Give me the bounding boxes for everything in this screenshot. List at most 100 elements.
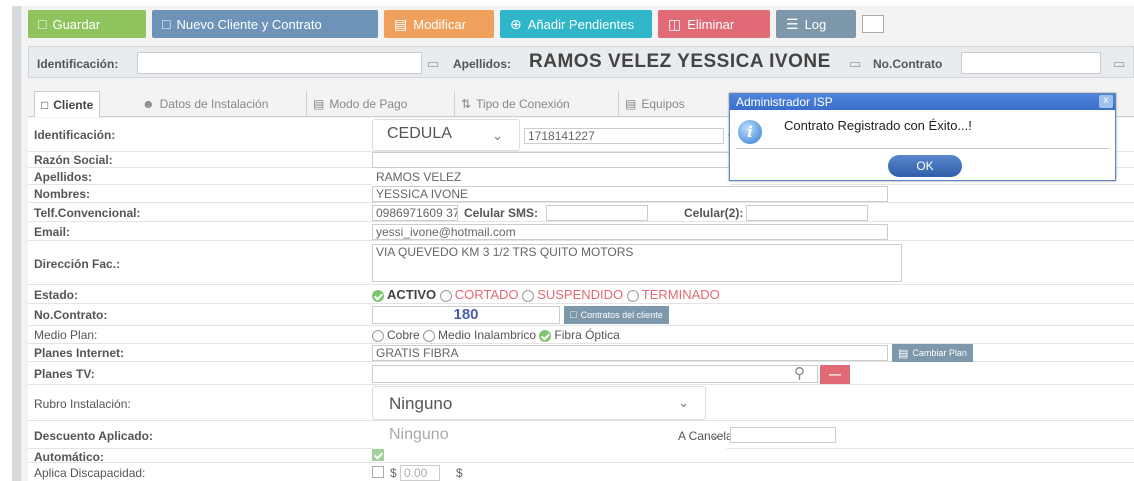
log-button[interactable]: ☰ Log — [776, 10, 856, 38]
connection-icon: ⇅ — [461, 97, 472, 111]
row-planes-tv: Planes TV: ⚲ — — [28, 362, 1134, 385]
close-icon[interactable]: x — [1099, 95, 1113, 108]
email-input[interactable]: yessi_ivone@hotmail.com — [372, 224, 888, 240]
tab-modo-pago[interactable]: ▤ Modo de Pago — [306, 91, 413, 117]
no-contrato-value: 180 — [372, 306, 560, 324]
celular2-input[interactable] — [746, 205, 868, 221]
row-rubro: Rubro Instalación: Ninguno ⌄ — [28, 385, 1134, 421]
tab-datos-instalacion[interactable]: ☻ Datos de Instalación — [136, 91, 274, 117]
document-icon: □ — [570, 309, 577, 321]
estado-activo-radio[interactable] — [372, 289, 384, 302]
descuento-label: Descuento Aplicado: — [34, 429, 153, 443]
discapacidad-label: Aplica Discapacidad: — [34, 466, 146, 480]
medio-cobre-radio[interactable] — [372, 329, 384, 342]
log-list-icon: ☰ — [786, 15, 799, 32]
id-card-icon: ▭ — [1113, 56, 1126, 71]
estado-radio-group: ACTIVO CORTADO SUSPENDIDO TERMINADO — [372, 287, 720, 302]
add-pending-button[interactable]: ⊕ Añadir Pendientes — [500, 10, 652, 38]
celular2-label: Celular(2): — [684, 206, 744, 220]
user-icon: ☻ — [142, 97, 155, 111]
delete-button[interactable]: ◫ Eliminar — [658, 10, 770, 38]
no-contrato-label: No.Contrato: — [34, 308, 108, 322]
row-descuento: Descuento Aplicado: Ninguno ⌄ A Cancelar… — [28, 421, 1134, 449]
discapacidad-amount-input[interactable]: 0.00 — [400, 465, 440, 481]
planes-internet-input[interactable]: GRATIS FIBRA — [372, 345, 888, 361]
currency-symbol: $ — [390, 466, 397, 480]
tab-equipos[interactable]: ▤ Equipos — [618, 91, 691, 117]
medio-plan-radio-group: Cobre Medio Inalambrico Fibra Óptica — [372, 328, 620, 342]
ok-button[interactable]: OK — [888, 155, 962, 177]
row-automatico: Automático: — [28, 449, 1134, 464]
rubro-label: Rubro Instalación: — [34, 397, 131, 411]
identificacion-label: Identificación: — [34, 128, 116, 142]
celular-sms-input[interactable] — [546, 205, 648, 221]
estado-cortado-radio[interactable] — [439, 289, 452, 302]
search-bar: Identificación: ▭ Apellidos: RAMOS VELEZ… — [28, 46, 1134, 78]
dialog-title: Administrador ISP — [736, 95, 833, 109]
medio-inalambrico-radio[interactable] — [423, 329, 436, 342]
telefono-label: Telf.Convencional: — [34, 206, 141, 220]
new-client-button[interactable]: □ Nuevo Cliente y Contrato — [152, 10, 378, 38]
estado-suspendido-radio[interactable] — [522, 289, 535, 302]
a-cancelar-input[interactable] — [730, 427, 836, 443]
rubro-select[interactable]: Ninguno ⌄ — [372, 386, 706, 420]
success-dialog: Administrador ISP x i Contrato Registrad… — [729, 93, 1116, 181]
id-card-icon: ▭ — [849, 56, 862, 71]
tab-cliente[interactable]: □ Cliente — [34, 91, 101, 117]
identification-search-label: Identificación: — [37, 57, 119, 71]
edit-document-icon: ▤ — [394, 15, 408, 32]
id-card-icon: ▭ — [427, 56, 440, 71]
medio-fibra-radio[interactable] — [539, 329, 552, 342]
contract-search-input[interactable] — [961, 52, 1101, 74]
planes-internet-label: Planes Internet: — [34, 346, 125, 360]
descuento-select[interactable]: Ninguno ⌄ — [372, 421, 728, 449]
email-label: Email: — [34, 225, 71, 239]
row-no-contrato: No.Contrato: 180 □ Contratos del cliente — [28, 304, 1134, 326]
automatico-checkbox[interactable] — [372, 449, 384, 461]
chevron-down-icon: ⌄ — [678, 395, 689, 410]
tab-tipo-conexion[interactable]: ⇅ Tipo de Conexión — [454, 91, 576, 117]
planes-tv-label: Planes TV: — [34, 367, 95, 381]
contract-search-label: No.Contrato — [873, 57, 943, 71]
dialog-titlebar: Administrador ISP x — [730, 94, 1115, 110]
surnames-search-value[interactable]: RAMOS VELEZ YESSICA IVONE — [529, 51, 831, 73]
direccion-label: Dirección Fac.: — [34, 257, 121, 271]
nombres-input[interactable]: YESSICA IVONE — [372, 186, 888, 202]
id-type-select[interactable]: CEDULA ⌄ — [372, 119, 520, 151]
razon-social-input[interactable] — [372, 152, 730, 168]
planes-tv-input[interactable] — [372, 365, 818, 383]
row-discapacidad: Aplica Discapacidad: $ 0.00 $ — [28, 463, 1134, 481]
new-document-icon: □ — [162, 16, 171, 32]
id-number-input[interactable]: 1718141227 — [524, 128, 724, 144]
surnames-search-label: Apellidos: — [453, 57, 512, 71]
nombres-label: Nombres: — [34, 187, 91, 201]
search-icon[interactable]: ⚲ — [794, 364, 805, 382]
left-scroll-track — [12, 6, 20, 481]
telefono-input[interactable]: 0986971609 370 — [372, 205, 458, 221]
estado-terminado-radio[interactable] — [626, 289, 639, 302]
row-estado: Estado: ACTIVO CORTADO SUSPENDIDO TERMIN… — [28, 285, 1134, 304]
discapacidad-checkbox[interactable] — [372, 466, 384, 478]
medio-plan-label: Medio Plan: — [34, 328, 98, 342]
modify-button[interactable]: ▤ Modificar — [384, 10, 494, 38]
toolbar-checkbox[interactable] — [862, 15, 884, 33]
row-direccion: Dirección Fac.: VIA QUEVEDO KM 3 1/2 TRS… — [28, 241, 1134, 285]
direccion-textarea[interactable]: VIA QUEVEDO KM 3 1/2 TRS QUITO MOTORS — [372, 244, 902, 282]
celular-sms-label: Celular SMS: — [464, 206, 539, 220]
left-margin — [0, 6, 12, 481]
info-icon: i — [738, 120, 762, 144]
dialog-message: Contrato Registrado con Éxito...! — [784, 118, 972, 133]
identification-search-input[interactable] — [137, 52, 422, 74]
save-button[interactable]: □ Guardar — [28, 10, 146, 38]
equipment-icon: ▤ — [625, 97, 637, 111]
apellidos-label: Apellidos: — [34, 170, 93, 184]
cambiar-plan-button[interactable]: ▤ Cambiar Plan — [892, 344, 973, 362]
card-icon: ▤ — [898, 347, 909, 360]
payment-icon: ▤ — [313, 97, 325, 111]
razon-social-label: Razón Social: — [34, 153, 113, 167]
apellidos-input[interactable]: RAMOS VELEZ — [372, 169, 730, 185]
contratos-cliente-button[interactable]: □ Contratos del cliente — [564, 306, 669, 324]
client-icon: □ — [41, 97, 49, 112]
remove-tv-plan-button[interactable]: — — [820, 365, 850, 384]
plus-circle-icon: ⊕ — [510, 15, 522, 32]
